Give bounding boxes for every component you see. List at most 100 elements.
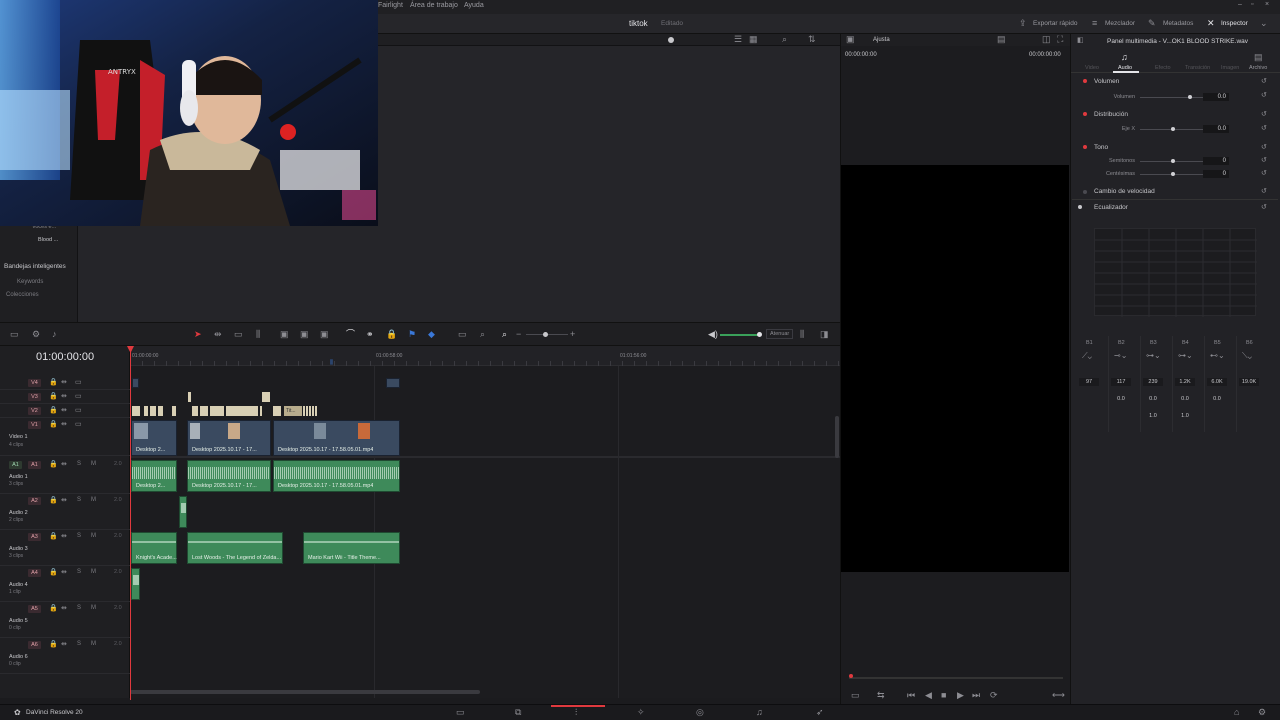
minimize-icon[interactable]: –: [1238, 1, 1242, 8]
reset-icon[interactable]: ↺: [1261, 111, 1267, 118]
reset-icon[interactable]: ↺: [1261, 144, 1267, 151]
reset-icon[interactable]: ↺: [1261, 204, 1267, 211]
mic-icon[interactable]: ♪: [52, 330, 57, 339]
snapping-icon[interactable]: ⌒: [346, 330, 355, 339]
master-volume-slider[interactable]: [720, 334, 760, 336]
flag-icon[interactable]: ⚑: [408, 330, 416, 339]
match-frame-icon[interactable]: ⇆: [877, 691, 885, 700]
title-clip[interactable]: [188, 392, 191, 402]
fairlight-page-icon[interactable]: ♫: [756, 708, 763, 717]
lock-icon[interactable]: 🔒: [49, 379, 58, 386]
auto-select-icon[interactable]: ⇹: [61, 461, 67, 468]
track-name[interactable]: Audio 1: [9, 474, 28, 480]
panel-collapse-icon[interactable]: ◧: [1077, 37, 1084, 44]
eq-band-label[interactable]: B3: [1150, 340, 1157, 346]
cut-page-icon[interactable]: ⧉: [515, 708, 521, 717]
eq-frequency[interactable]: 1.2K: [1175, 378, 1195, 386]
eq-q[interactable]: 1.0: [1175, 412, 1195, 420]
timeline-marker[interactable]: ⫼: [330, 360, 333, 367]
eq-band-label[interactable]: B4: [1182, 340, 1189, 346]
zoom-fit-select[interactable]: Ajusta: [873, 37, 890, 43]
settings-gear-icon[interactable]: ⚙: [1258, 708, 1266, 717]
jog-knob[interactable]: [668, 37, 674, 43]
mute-button[interactable]: M: [91, 605, 96, 611]
eq-frequency[interactable]: 239: [1143, 378, 1163, 386]
lock-icon[interactable]: 🔒: [49, 393, 58, 400]
lock-icon[interactable]: 🔒: [49, 533, 58, 540]
lock-icon[interactable]: 🔒: [49, 461, 58, 468]
solo-button[interactable]: S: [77, 461, 81, 467]
metadata-icon[interactable]: ✎: [1148, 19, 1156, 28]
mute-button[interactable]: M: [91, 497, 96, 503]
track-name[interactable]: Audio 2: [9, 510, 28, 516]
mute-button[interactable]: M: [91, 533, 96, 539]
auto-select-icon[interactable]: ⇹: [61, 497, 67, 504]
edit-page-icon[interactable]: ⫶: [575, 708, 577, 717]
cents-value[interactable]: 0: [1203, 170, 1229, 178]
reset-icon[interactable]: ↺: [1261, 92, 1267, 99]
track-id[interactable]: V4: [28, 379, 41, 387]
zoom-in-icon[interactable]: +: [570, 330, 575, 339]
eq-graph[interactable]: [1094, 228, 1257, 317]
eq-gain[interactable]: 0.0: [1175, 395, 1195, 403]
sidebar-toggle-icon[interactable]: ◨: [820, 330, 829, 339]
zoom-detail-icon[interactable]: ⌕: [480, 330, 485, 339]
eq-gain[interactable]: 0.0: [1143, 395, 1163, 403]
distribution-enable-dot[interactable]: [1083, 112, 1087, 116]
skip-back-icon[interactable]: ⏮: [907, 691, 915, 700]
home-icon[interactable]: ⌂: [1234, 708, 1239, 717]
cents-slider[interactable]: [1140, 174, 1210, 175]
solo-button[interactable]: S: [77, 605, 81, 611]
fusion-page-icon[interactable]: ✧: [637, 708, 645, 717]
trim-tool-icon[interactable]: ⇹: [214, 330, 222, 339]
eq-frequency[interactable]: 117: [1111, 378, 1131, 386]
v2-clip-strip[interactable]: Tit...: [130, 406, 318, 416]
volume-value[interactable]: 0.0: [1203, 93, 1229, 101]
low-cut-filter-icon[interactable]: ⟋⌄: [1082, 352, 1092, 360]
keywords-item[interactable]: Keywords: [17, 279, 43, 285]
link-icon[interactable]: ⚭: [366, 330, 374, 339]
audio-clip[interactable]: Knight's Acade...: [131, 532, 177, 564]
reset-icon[interactable]: ↺: [1261, 78, 1267, 85]
marker-icon[interactable]: ◆: [428, 330, 435, 339]
color-page-icon[interactable]: ◎: [696, 708, 704, 717]
video-clip[interactable]: [132, 378, 139, 388]
track-name[interactable]: Audio 5: [9, 618, 28, 624]
sort-icon[interactable]: ⇅: [808, 35, 816, 44]
eq-frequency[interactable]: 19.0K: [1239, 378, 1259, 386]
list-view-icon[interactable]: ☰: [734, 35, 742, 44]
audio-clip[interactable]: [131, 568, 140, 600]
volume-icon[interactable]: ◀): [708, 330, 718, 339]
search-icon[interactable]: ⌕: [782, 35, 787, 44]
zoom-out-icon[interactable]: −: [516, 330, 521, 339]
disable-track-icon[interactable]: ▭: [75, 421, 82, 428]
insert-clip-icon[interactable]: ▣: [280, 330, 289, 339]
quick-export-button[interactable]: Exportar rápido: [1033, 20, 1077, 27]
timeline-v-scrollbar[interactable]: [835, 416, 839, 458]
maximize-icon[interactable]: ▫: [1251, 1, 1253, 8]
master-volume-knob[interactable]: [757, 332, 762, 337]
reset-icon[interactable]: ↺: [1261, 157, 1267, 164]
pan-x-value[interactable]: 0.0: [1203, 125, 1229, 133]
audio-clip[interactable]: Desktop 2...: [131, 460, 177, 492]
solo-button[interactable]: S: [77, 533, 81, 539]
lock-icon[interactable]: 🔒: [49, 407, 58, 414]
track-id[interactable]: A3: [28, 533, 41, 541]
track-id[interactable]: A4: [28, 569, 41, 577]
dual-view-icon[interactable]: ◫: [1042, 35, 1051, 44]
video-clip[interactable]: [386, 378, 400, 388]
pitch-section-title[interactable]: Tono: [1094, 144, 1108, 151]
title-clip[interactable]: [262, 392, 270, 402]
tab-image[interactable]: Imagen: [1221, 65, 1239, 71]
bell-filter-icon[interactable]: ⊶⌄: [1178, 352, 1193, 360]
lock-icon[interactable]: 🔒: [49, 641, 58, 648]
viewer-scrubber[interactable]: [849, 677, 1063, 679]
viewer-mode-icon[interactable]: ▣: [846, 35, 855, 44]
high-shelf-filter-icon[interactable]: ⊷⌄: [1210, 352, 1225, 360]
mute-button[interactable]: M: [91, 569, 96, 575]
video-clip[interactable]: Desktop 2...: [131, 420, 177, 456]
track-name[interactable]: Audio 6: [9, 654, 28, 660]
menu-fairlight[interactable]: Fairlight: [378, 2, 403, 9]
video-clip[interactable]: Desktop 2025.10.17 - 17.58.05.01.mp4: [273, 420, 400, 456]
collections-item[interactable]: Colecciones: [6, 292, 39, 298]
